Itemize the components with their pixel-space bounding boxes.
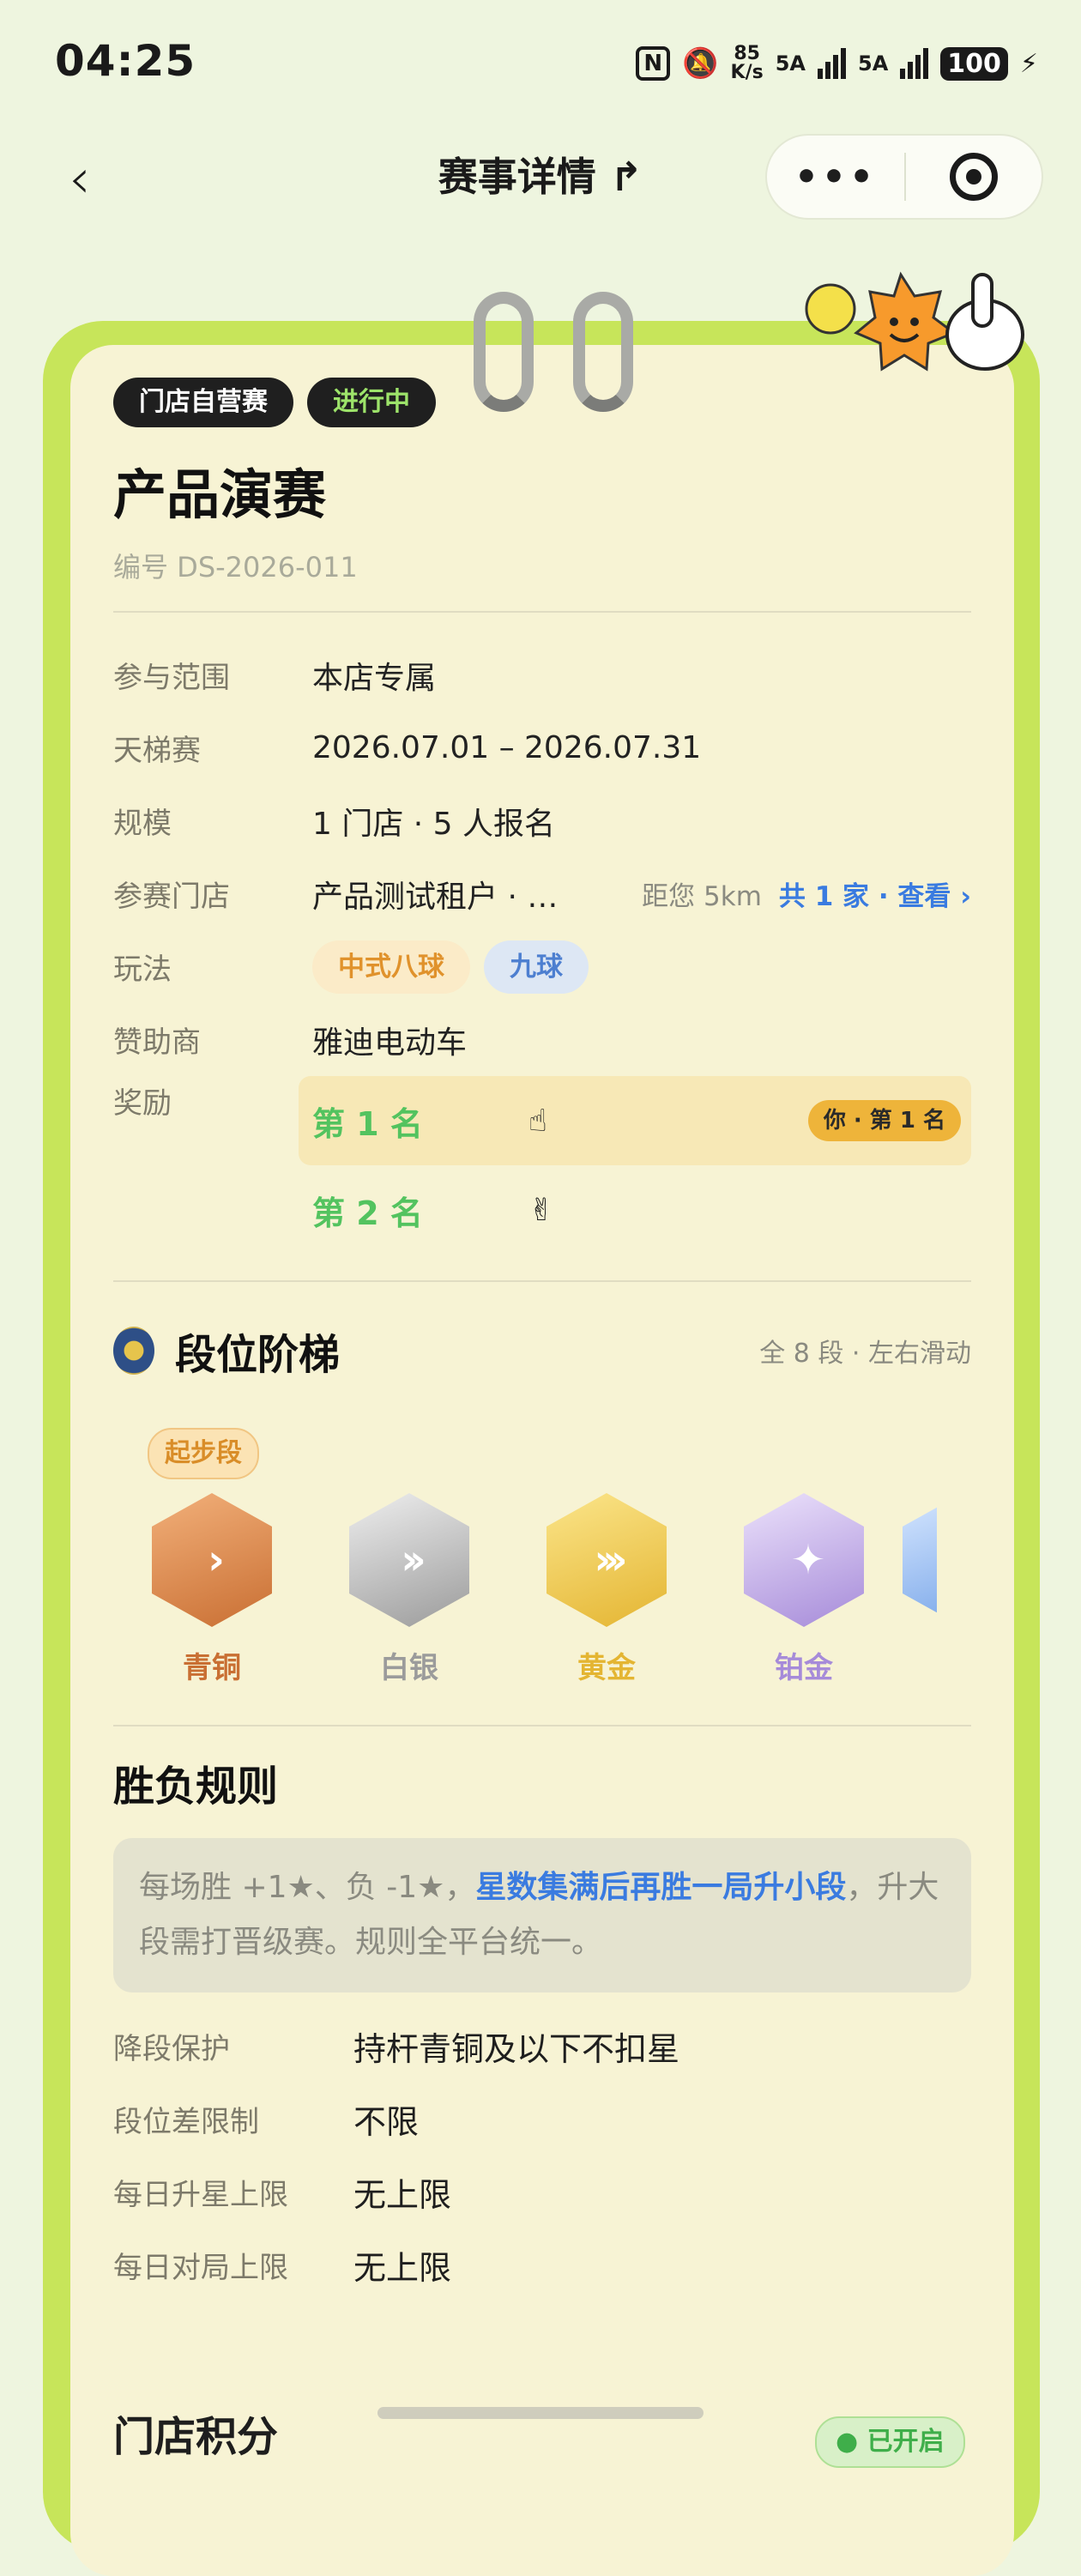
tier-scroller[interactable]: › 青铜 ›› 白银 ››› 黄金 ✦ 铂金 bbox=[113, 1493, 971, 1699]
ladder-date-value: 2026.07.01 – 2026.07.31 bbox=[312, 730, 702, 765]
rule-row: 每日对局上限 无上限 bbox=[113, 2228, 971, 2301]
target-icon bbox=[949, 153, 998, 201]
tier-gold[interactable]: ››› 黄金 bbox=[508, 1493, 705, 1699]
victory-hand-icon: ✌ bbox=[528, 1192, 555, 1228]
reward-item: 第 2 名 ✌ bbox=[299, 1165, 971, 1255]
rules-description: 每场胜 +1★、负 -1★，星数集满后再胜一局升小段，升大段需打晋级赛。规则全平… bbox=[113, 1838, 971, 1992]
reward-item: 第 1 名 ☝ 你 · 第 1 名 bbox=[299, 1076, 971, 1165]
tier-name: 青铜 bbox=[183, 1651, 241, 1685]
tier-name: 黄金 bbox=[577, 1651, 636, 1685]
network-type-2: 5A bbox=[858, 51, 889, 76]
tier-name: 铂金 bbox=[775, 1651, 833, 1685]
rule-row: 降段保护 持杆青铜及以下不扣星 bbox=[113, 2010, 971, 2083]
divider bbox=[113, 1280, 971, 1282]
store-distance: 距您 5km bbox=[642, 881, 762, 912]
play-chip-nineball: 九球 bbox=[484, 940, 589, 994]
scope-value: 本店专属 bbox=[312, 660, 437, 696]
view-stores-link[interactable]: 共 1 家 · 查看 › bbox=[779, 874, 971, 913]
ladder-header: 段位阶梯 全 8 段 · 左右滑动 bbox=[113, 1308, 971, 1394]
rule-value: 不限 bbox=[353, 2103, 420, 2141]
event-status-tag: 进行中 bbox=[307, 378, 436, 427]
gold-hex-icon: ››› bbox=[547, 1493, 667, 1627]
rank-badge-icon bbox=[113, 1327, 154, 1375]
sponsor-label: 赞助商 bbox=[113, 1025, 201, 1060]
rules-title: 胜负规则 bbox=[113, 1763, 279, 1811]
status-bar: 04:25 N 🔕 85 K/s 5A 5A 100 ⚡ bbox=[0, 0, 1081, 129]
ladder-date-row: 天梯赛 2026.07.01 – 2026.07.31 bbox=[113, 711, 971, 784]
my-rank-badge: 你 · 第 1 名 bbox=[807, 1100, 961, 1141]
reward-row-2: 第 2 名 ✌ bbox=[113, 1165, 971, 1255]
status-icons: N 🔕 85 K/s 5A 5A 100 ⚡ bbox=[636, 45, 1038, 82]
rule-label: 段位差限制 bbox=[113, 2105, 259, 2139]
store-points-title: 门店积分 bbox=[113, 2413, 279, 2461]
home-indicator[interactable] bbox=[377, 2407, 704, 2419]
tier-partial[interactable] bbox=[903, 1493, 937, 1699]
rule-value: 持杆青铜及以下不扣星 bbox=[353, 2030, 680, 2068]
next-tier-hex-icon bbox=[903, 1493, 937, 1627]
nav-bar: ‹ 赛事详情 ↱ ••• bbox=[0, 129, 1081, 232]
ladder-title: 段位阶梯 bbox=[175, 1331, 341, 1379]
event-tags: 门店自营赛 进行中 bbox=[113, 378, 971, 427]
rule-row: 每日升星上限 无上限 bbox=[113, 2156, 971, 2228]
reward-label: 奖励 bbox=[113, 1086, 172, 1121]
divider bbox=[113, 611, 971, 613]
sponsor-row: 赞助商 雅迪电动车 bbox=[113, 1003, 971, 1076]
rule-label: 降段保护 bbox=[113, 2032, 230, 2066]
scale-label: 规模 bbox=[113, 807, 172, 841]
stores-label: 参赛门店 bbox=[113, 880, 230, 914]
signal-icon-2 bbox=[900, 48, 929, 79]
event-serial: 编号 DS-2026-011 bbox=[113, 551, 358, 584]
play-chip-eightball: 中式八球 bbox=[312, 940, 470, 994]
silver-hex-icon: ›› bbox=[349, 1493, 469, 1627]
play-label: 玩法 bbox=[113, 952, 172, 987]
sticker-decoration-icon bbox=[805, 271, 1024, 372]
rule-label: 每日对局上限 bbox=[113, 2251, 288, 2285]
event-content: 门店自营赛 进行中 产品演赛 编号 DS-2026-011 参与范围 本店专属 … bbox=[113, 378, 971, 2301]
divider bbox=[113, 1725, 971, 1726]
platinum-hex-icon: ✦ bbox=[744, 1493, 864, 1627]
mute-icon: 🔕 bbox=[682, 46, 719, 81]
ladder-hint: 全 8 段 · 左右滑动 bbox=[759, 1339, 971, 1369]
rule-row: 段位差限制 不限 bbox=[113, 2083, 971, 2156]
signal-icon bbox=[818, 48, 847, 79]
scale-row: 规模 1 门店 · 5 人报名 bbox=[113, 784, 971, 857]
reward-row-1: 奖励 第 1 名 ☝ 你 · 第 1 名 bbox=[113, 1076, 971, 1165]
clock: 04:25 bbox=[55, 36, 196, 86]
event-title: 产品演赛 bbox=[113, 463, 327, 526]
more-button[interactable]: ••• bbox=[767, 155, 904, 199]
tier-name: 白银 bbox=[380, 1651, 438, 1685]
tier-platinum[interactable]: ✦ 铂金 bbox=[705, 1493, 903, 1699]
event-type-tag: 门店自营赛 bbox=[113, 378, 293, 427]
reward-rank: 第 1 名 bbox=[312, 1104, 423, 1143]
tier-bronze[interactable]: › 青铜 bbox=[113, 1493, 311, 1699]
tier-silver[interactable]: ›› 白银 bbox=[311, 1493, 508, 1699]
battery-icon: 100 bbox=[940, 46, 1008, 81]
enabled-badge: ● 已开启 bbox=[815, 2416, 965, 2468]
miniapp-capsule: ••• bbox=[765, 134, 1043, 220]
scale-value: 1 门店 · 5 人报名 bbox=[312, 806, 556, 842]
nfc-icon: N bbox=[636, 46, 671, 81]
close-miniapp-button[interactable] bbox=[906, 153, 1042, 201]
ladder-label: 天梯赛 bbox=[113, 734, 201, 768]
play-row: 玩法 中式八球 九球 bbox=[113, 930, 971, 1003]
stores-value: 产品测试租户 · … bbox=[312, 879, 559, 915]
network-speed: 85 K/s bbox=[730, 43, 764, 83]
network-type-1: 5A bbox=[775, 51, 806, 76]
sponsor-value: 雅迪电动车 bbox=[312, 1025, 468, 1061]
start-tier-tag: 起步段 bbox=[148, 1428, 259, 1479]
finger-one-icon: ☝ bbox=[528, 1103, 547, 1139]
charging-icon: ⚡ bbox=[1019, 48, 1038, 79]
scope-label: 参与范围 bbox=[113, 661, 230, 695]
scope-row: 参与范围 本店专属 bbox=[113, 638, 971, 711]
rule-value: 无上限 bbox=[353, 2176, 452, 2214]
reward-rank: 第 2 名 bbox=[312, 1194, 423, 1232]
stores-row: 参赛门店 产品测试租户 · … 距您 5km 共 1 家 · 查看 › bbox=[113, 857, 971, 930]
bronze-hex-icon: › bbox=[152, 1493, 272, 1627]
rule-value: 无上限 bbox=[353, 2249, 452, 2287]
rule-label: 每日升星上限 bbox=[113, 2178, 288, 2212]
